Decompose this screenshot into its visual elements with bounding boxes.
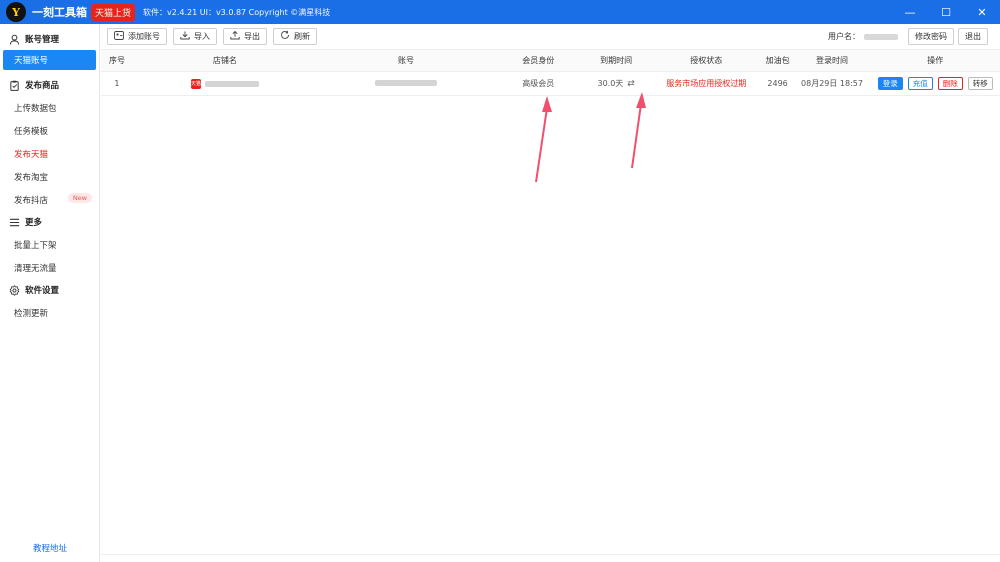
account-redacted	[374, 80, 437, 86]
username-label: 用户名：	[828, 32, 860, 41]
cell-no: 1	[114, 79, 120, 88]
sidebar-item-tmall-account[interactable]: 天猫账号	[3, 50, 96, 70]
sidebar-item-publish-tmall[interactable]: 发布天猫	[0, 142, 99, 165]
section-publish-goods: 发布商品	[0, 74, 99, 96]
row-recharge-button[interactable]: 充值	[907, 77, 933, 90]
maximize-button[interactable]: ☐	[928, 0, 964, 24]
sidebar-item-publish-taobao[interactable]: 发布淘宝	[0, 165, 99, 188]
header-ops: 操作	[927, 56, 944, 65]
logout-button[interactable]: 退出	[958, 28, 988, 45]
tmall-upload-badge: 天猫上货	[91, 3, 136, 21]
new-badge: New	[67, 193, 92, 203]
cell-expire: 30.0天 ⇄	[597, 79, 635, 89]
swap-icon[interactable]: ⇄	[627, 79, 635, 89]
cell-member: 高级会员	[522, 79, 555, 88]
gear-icon	[8, 284, 20, 296]
sidebar-item-publish-douyin[interactable]: 发布抖店 New	[0, 188, 99, 211]
shop-name-redacted	[204, 80, 259, 87]
sidebar-item-check-update[interactable]: 检测更新	[0, 301, 99, 324]
sidebar-item-label: 发布抖店	[14, 195, 49, 206]
add-account-icon	[114, 30, 124, 43]
arrow-expire	[631, 103, 642, 169]
cell-ops: 登录 充值 删除 转移	[870, 77, 1000, 90]
change-password-button[interactable]: 修改密码	[908, 28, 954, 45]
user-icon	[8, 33, 20, 45]
version-text: 软件：v2.4.21 UI：v3.0.87 Copyright ©满星科技	[143, 7, 331, 17]
tutorial-link[interactable]: 教程地址	[0, 542, 100, 554]
header-login-time: 登录时间	[816, 56, 848, 65]
toolbar: 添加账号 导入 导出 刷新 用户名： 修改密码 退出	[101, 24, 1000, 50]
sidebar-item-upload-pack[interactable]: 上传数据包	[0, 96, 99, 119]
download-icon	[180, 31, 190, 43]
cell-shop: 天猫	[133, 78, 317, 89]
row-transfer-button[interactable]: 转移	[967, 77, 993, 90]
export-button[interactable]: 导出	[223, 28, 267, 45]
header-expire: 到期时间	[600, 56, 633, 65]
upload-icon	[230, 30, 240, 43]
sidebar-item-clean-traffic[interactable]: 清理无流量	[0, 256, 99, 279]
header-shop: 店铺名	[212, 56, 237, 65]
sidebar-item-batch-shelf[interactable]: 批量上下架	[0, 233, 99, 256]
menu-icon	[8, 216, 20, 228]
username-redacted	[864, 33, 898, 40]
header-pack: 加油包	[765, 56, 790, 65]
header-account: 账号	[397, 56, 414, 65]
section-more: 更多	[0, 211, 99, 233]
sidebar: 账号管理 天猫账号 发布商品 上传数据包 任务模板 发布天猫 发布淘宝 发布抖店…	[0, 24, 100, 562]
header-auth: 授权状态	[690, 56, 723, 65]
accounts-table: 序号 店铺名 账号 会员身份 到期时间 授权状态 加油包 登录时间 操作 1 天…	[101, 50, 1000, 96]
import-button[interactable]: 导入	[173, 28, 217, 45]
content-bottom-border	[101, 554, 1000, 555]
close-button[interactable]: ✕	[964, 0, 1000, 24]
refresh-icon	[280, 30, 290, 43]
minimize-button[interactable]: —	[892, 0, 928, 24]
app-logo-icon: Y	[6, 2, 26, 22]
table-header: 序号 店铺名 账号 会员身份 到期时间 授权状态 加油包 登录时间 操作	[101, 50, 1000, 72]
section-software-settings: 软件设置	[0, 279, 99, 301]
cell-login-time: 08月29日 18:57	[801, 79, 863, 88]
cell-pack: 2496	[767, 79, 788, 88]
refresh-button[interactable]: 刷新	[273, 28, 317, 45]
row-login-button[interactable]: 登录	[877, 77, 903, 90]
clipboard-icon	[8, 79, 20, 91]
title-bar: Y 一刻工具箱 天猫上货 软件：v2.4.21 UI：v3.0.87 Copyr…	[0, 0, 1000, 24]
tmall-shop-icon: 天猫	[190, 78, 201, 89]
cell-account	[317, 79, 495, 88]
header-member: 会员身份	[522, 56, 555, 65]
row-delete-button[interactable]: 删除	[937, 77, 963, 90]
table-row: 1 天猫 高级会员 30.0天 ⇄ 服务市场应用授权过期 2496 08月29日 …	[101, 72, 1000, 96]
cell-auth-status: 服务市场应用授权过期	[666, 79, 747, 88]
arrow-member-head	[542, 96, 552, 112]
add-account-button[interactable]: 添加账号	[107, 28, 167, 45]
section-account-management: 账号管理	[0, 28, 99, 50]
user-area: 用户名： 修改密码 退出	[828, 28, 988, 45]
arrow-member	[535, 107, 548, 183]
window-controls: — ☐ ✕	[892, 0, 1000, 24]
sidebar-item-task-template[interactable]: 任务模板	[0, 119, 99, 142]
app-title: 一刻工具箱	[32, 6, 87, 19]
header-no: 序号	[108, 56, 125, 65]
